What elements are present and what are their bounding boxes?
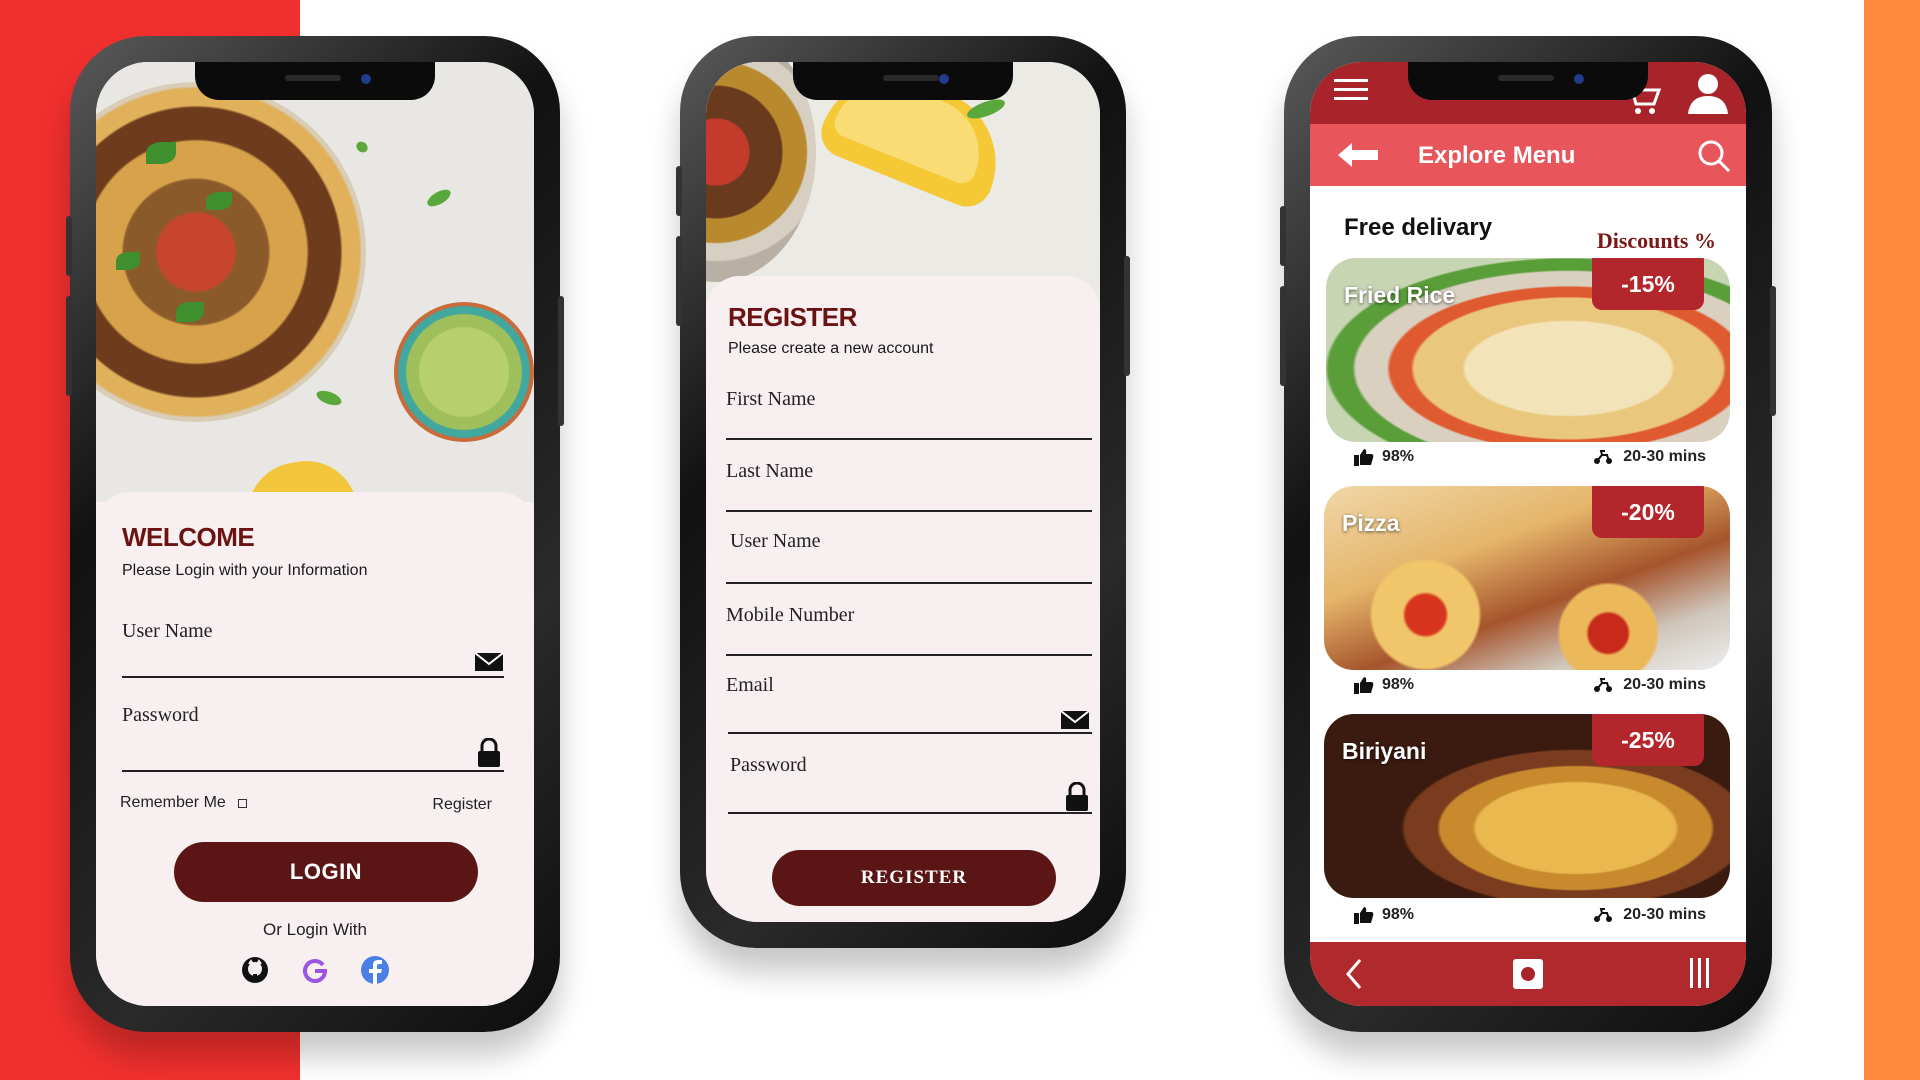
mobile-number-label: Mobile Number [726,604,855,626]
checkbox-icon[interactable] [237,798,247,808]
free-delivery-label: Free delivary [1344,214,1493,241]
email-field[interactable] [728,732,1092,734]
delivery-time-value: 20-30 mins [1623,906,1706,923]
delivery-time: 20-30 mins [1593,676,1706,694]
volume-button [66,296,72,396]
page-title: REGISTER [728,302,857,332]
facebook-icon[interactable] [357,952,393,988]
password-label: Password [730,754,807,776]
first-name-field[interactable] [726,438,1092,440]
remember-me-label: Remember Me [120,794,226,811]
last-name-label: Last Name [726,460,814,482]
food-card-fried-rice[interactable]: Fried Rice -15% [1326,258,1730,442]
phone-register: REGISTER Please create a new account Fir… [676,36,1130,948]
lock-icon [476,737,502,773]
volume-button [676,166,682,216]
login-screen: WELCOME Please Login with your Informati… [96,62,534,1006]
food-hero-image [96,62,534,502]
phone-menu: Explore Menu Free delivary Discounts % F… [1280,36,1776,1032]
register-button[interactable]: REGISTER [772,850,1056,906]
volume-button [1280,286,1286,386]
volume-button [1280,206,1286,266]
delivery-time-value: 20-30 mins [1623,676,1706,693]
nav-back-icon[interactable] [1344,958,1364,995]
user-name-label: User Name [730,530,821,552]
rating-value: 98% [1382,676,1415,693]
register-card: REGISTER Please create a new account Fir… [706,276,1100,922]
user-name-field[interactable] [726,582,1092,584]
phone-login: WELCOME Please Login with your Informati… [66,36,564,1032]
rating-value: 98% [1382,448,1415,465]
thumbs-up-icon [1354,677,1374,694]
food-card-pizza[interactable]: Pizza -20% [1324,486,1730,670]
phone-notch [1408,62,1648,100]
lock-icon [1064,781,1090,817]
last-name-field[interactable] [726,510,1092,512]
discounts-label: Discounts % [1596,228,1716,253]
discount-badge: -25% [1592,714,1704,766]
phone-notch [195,62,435,100]
google-icon[interactable] [297,952,333,988]
food-name: Biriyani [1342,738,1427,764]
rating: 98% [1354,676,1414,694]
food-card-biriyani[interactable]: Biriyani -25% [1324,714,1730,898]
page-title: WELCOME [122,522,255,552]
volume-button [676,236,682,326]
mobile-number-field[interactable] [726,654,1092,656]
thumbs-up-icon [1354,449,1374,466]
login-button[interactable]: LOGIN [174,842,478,902]
volume-button [66,216,72,276]
password-field[interactable] [728,812,1092,814]
password-field[interactable] [122,770,504,772]
email-label: Email [726,674,774,696]
header-title: Explore Menu [1418,142,1576,169]
hamburger-menu-icon[interactable] [1334,78,1368,107]
food-meta-row: 98% 20-30 mins [1354,676,1706,700]
power-button [558,296,564,426]
mail-icon [474,652,504,677]
bottom-nav-bar [1310,942,1746,1006]
remember-me-checkbox[interactable]: Remember Me [120,794,247,812]
power-button [1770,286,1776,416]
delivery-time-value: 20-30 mins [1623,448,1706,465]
register-screen: REGISTER Please create a new account Fir… [706,62,1100,922]
github-icon[interactable] [237,952,273,988]
social-login-row [96,952,534,988]
back-arrow-icon[interactable] [1336,140,1380,175]
mail-icon [1060,710,1090,735]
search-icon[interactable] [1696,138,1732,179]
background-orange-strip [1864,0,1920,1080]
phone-notch [793,62,1013,100]
username-label: User Name [122,620,213,642]
thumbs-up-icon [1354,907,1374,924]
menu-screen: Explore Menu Free delivary Discounts % F… [1310,62,1746,1006]
nav-recents-icon[interactable] [1688,956,1712,995]
food-name: Pizza [1342,510,1400,536]
register-link[interactable]: Register [432,796,492,814]
food-meta-row: 98% 20-30 mins [1354,906,1706,930]
scooter-icon [1594,450,1613,464]
discount-badge: -20% [1592,486,1704,538]
password-label: Password [122,704,199,726]
page-subtitle: Please create a new account [728,340,934,357]
or-login-with-text: Or Login With [263,920,367,939]
discount-badge: -15% [1592,258,1704,310]
rating: 98% [1354,906,1414,924]
rating: 98% [1354,448,1414,466]
first-name-label: First Name [726,388,816,410]
username-field[interactable] [122,676,504,678]
scooter-icon [1594,678,1613,692]
food-name: Fried Rice [1344,282,1456,308]
scooter-icon [1594,908,1613,922]
nav-home-icon[interactable] [1512,958,1544,995]
delivery-time: 20-30 mins [1593,448,1706,466]
food-meta-row: 98% 20-30 mins [1354,448,1706,472]
login-card: WELCOME Please Login with your Informati… [96,492,534,1006]
delivery-time: 20-30 mins [1593,906,1706,924]
page-subtitle: Please Login with your Information [122,562,368,579]
user-profile-icon[interactable] [1686,70,1730,121]
power-button [1124,256,1130,376]
rating-value: 98% [1382,906,1415,923]
